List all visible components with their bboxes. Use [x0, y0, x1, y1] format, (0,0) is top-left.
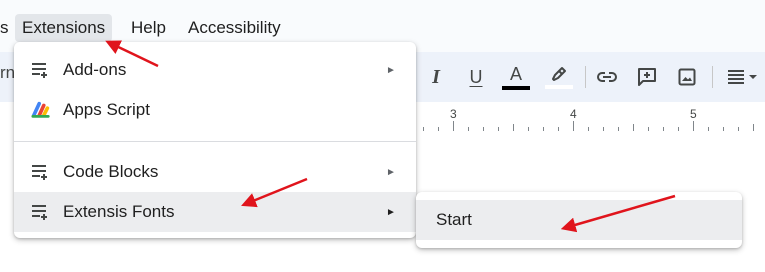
- text-color-swatch: [502, 85, 530, 90]
- submenu-item-start[interactable]: Start: [416, 200, 742, 240]
- toolbar-divider: [712, 66, 713, 88]
- menu-item-apps-script[interactable]: Apps Script: [14, 90, 416, 130]
- menu-item-add-ons[interactable]: Add-ons ►: [14, 50, 416, 90]
- menu-item-extensis-fonts[interactable]: Extensis Fonts ►: [14, 192, 416, 232]
- menu-item-label: Apps Script: [63, 100, 150, 119]
- highlight-swatch: [545, 85, 573, 89]
- submenu-arrow-icon: ►: [386, 64, 396, 76]
- align-justify-icon: [727, 70, 744, 84]
- menu-item-label: Extensis Fonts: [63, 202, 175, 221]
- underline-icon: U: [469, 66, 483, 87]
- apps-script-icon: [31, 100, 51, 120]
- italic-button[interactable]: I: [421, 62, 451, 92]
- toolbar-divider: [585, 66, 586, 88]
- submenu-item-label: Start: [436, 210, 472, 229]
- insert-link-button[interactable]: [592, 62, 622, 92]
- text-color-icon: A: [509, 63, 522, 84]
- align-button[interactable]: [720, 62, 764, 92]
- toolbar-partial-left[interactable]: rn: [0, 63, 15, 83]
- text-color-button[interactable]: A: [501, 62, 531, 92]
- menu-accessibility[interactable]: Accessibility: [181, 17, 288, 39]
- add-ons-icon: [31, 202, 51, 222]
- menu-partial-left[interactable]: s: [0, 17, 16, 39]
- add-comment-button[interactable]: [632, 62, 662, 92]
- highlight-color-button[interactable]: [544, 62, 574, 92]
- menu-divider: [14, 141, 416, 142]
- ruler-label-5: 5: [690, 107, 697, 121]
- ruler-label-3: 3: [450, 107, 457, 121]
- menu-help[interactable]: Help: [124, 17, 173, 39]
- menu-item-label: Add-ons: [63, 60, 127, 79]
- submenu-arrow-icon: ►: [386, 206, 396, 218]
- add-comment-icon: [638, 68, 656, 86]
- add-ons-icon: [31, 60, 51, 80]
- link-icon: [597, 72, 617, 82]
- highlighter-icon: [552, 67, 566, 81]
- italic-icon: I: [432, 65, 440, 88]
- add-ons-icon: [31, 162, 51, 182]
- extensis-fonts-submenu: Start: [416, 192, 742, 248]
- underline-button[interactable]: U: [461, 62, 491, 92]
- extensions-menu: Add-ons ► Apps Script Code Blocks ► Exte…: [14, 42, 416, 238]
- menu-extensions[interactable]: Extensions: [15, 14, 113, 42]
- insert-image-button[interactable]: [672, 62, 702, 92]
- ruler-label-4: 4: [570, 107, 577, 121]
- chevron-down-icon: [748, 75, 757, 79]
- menu-item-label: Code Blocks: [63, 162, 159, 181]
- submenu-arrow-icon: ►: [386, 166, 396, 178]
- insert-image-icon: [678, 68, 696, 86]
- menu-item-code-blocks[interactable]: Code Blocks ►: [14, 152, 416, 192]
